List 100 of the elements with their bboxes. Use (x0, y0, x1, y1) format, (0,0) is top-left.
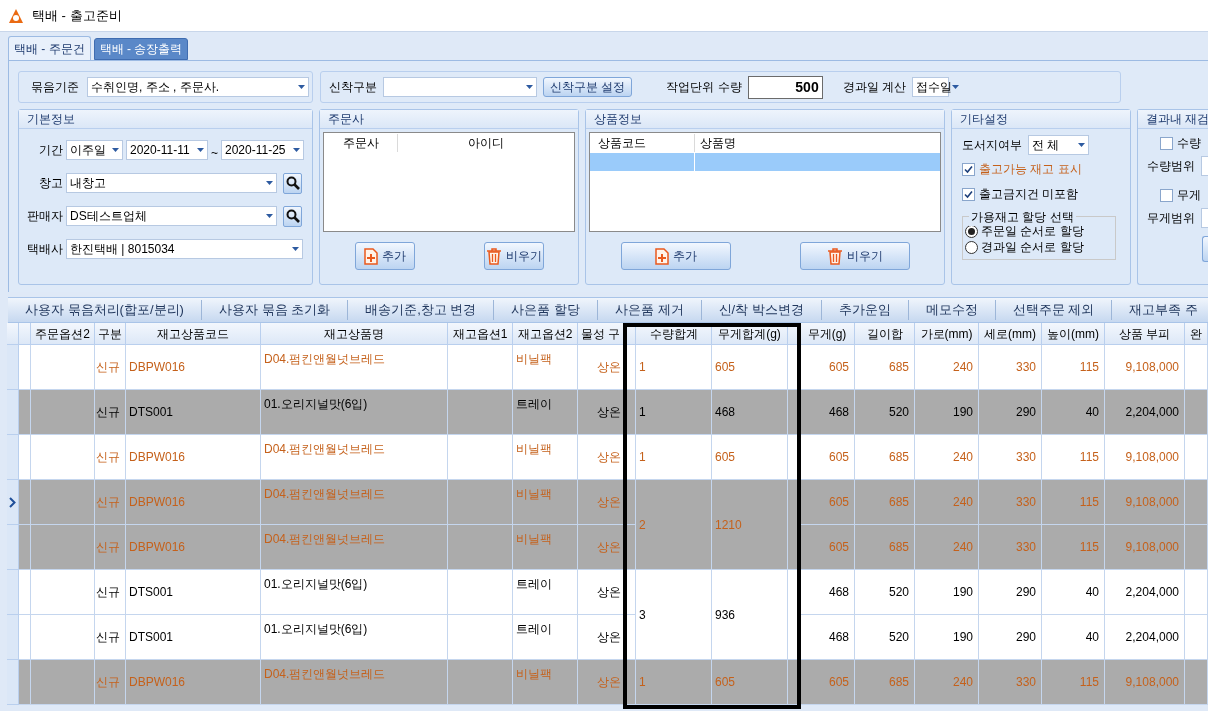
search-icon (285, 176, 300, 190)
caret-icon (266, 181, 273, 185)
caret-icon (112, 148, 119, 152)
group-title: 기타설정 (960, 111, 1008, 128)
add-button[interactable]: 추가 (354, 242, 415, 270)
toolbar-button[interactable]: 사용자 묶음 초기화 (201, 298, 348, 322)
list-row[interactable] (590, 153, 940, 171)
table-cell: 290 (979, 390, 1042, 435)
table-cell: 신규 (95, 525, 126, 570)
checkbox[interactable] (962, 187, 975, 201)
checkbox[interactable] (1160, 188, 1173, 202)
add-document-icon (654, 247, 669, 265)
checkbox[interactable] (962, 162, 975, 176)
table-cell: 트레이 (513, 390, 578, 435)
clear-button[interactable]: 비우기 (799, 242, 910, 270)
table-cell: 115 (1042, 525, 1105, 570)
add-document-icon (363, 247, 378, 265)
toolbar-button[interactable]: 사용자 묶음처리(합포/분리) (8, 298, 201, 322)
dropdown[interactable]: DS테스트업체 (66, 206, 277, 226)
table-cell: 40 (1042, 615, 1105, 660)
table-cell: 3 (636, 570, 712, 660)
dropdown[interactable]: 이주일 (66, 140, 123, 160)
toolbar-button[interactable]: 사은품 할당 (494, 298, 597, 322)
toolbar-button[interactable]: 배송기준,창고 변경 (348, 298, 494, 322)
column-header[interactable]: 완 (1185, 323, 1208, 345)
search-button[interactable] (283, 172, 302, 194)
table-cell: D04.펌킨앤월넛브레드 (261, 480, 448, 525)
dropdown[interactable]: 수취인명, 주소 , 주문사. (87, 77, 309, 97)
column-header[interactable]: 높이(mm) (1042, 323, 1105, 345)
table-cell: 2,204,000 (1105, 615, 1185, 660)
caret-icon (266, 214, 273, 218)
column-header[interactable]: 재고상품코드 (126, 323, 261, 345)
table-cell: 468 (712, 390, 788, 435)
table-cell: DBPW016 (126, 660, 261, 705)
toolbar-button[interactable]: 사은품 제거 (598, 298, 701, 322)
range-field[interactable] (1201, 208, 1208, 228)
range-field[interactable] (1201, 156, 1208, 176)
field-label: 무게범위 (1147, 210, 1195, 227)
column-header: 아이디 (467, 135, 505, 152)
tab[interactable]: 택배 - 송장출력 (93, 38, 189, 60)
column-header[interactable]: 길이합 (855, 323, 915, 345)
column-header[interactable]: 세로(mm) (979, 323, 1042, 345)
settings-button[interactable]: 신착구분 설정 (543, 77, 633, 97)
table-cell: 240 (915, 435, 979, 480)
dropdown[interactable]: 전 체 (1028, 135, 1089, 155)
table-cell: 상온 (578, 525, 636, 570)
table-cell: 2,204,000 (1105, 390, 1185, 435)
table-cell: 1 (636, 660, 712, 705)
column-header[interactable]: 재고옵션1 (448, 323, 513, 345)
table-cell: 신규 (95, 345, 126, 390)
table-cell: 2,204,000 (1105, 570, 1185, 615)
column-header[interactable]: 재고옵션2 (513, 323, 578, 345)
column-header[interactable]: 가로(mm) (915, 323, 979, 345)
table-cell: 비닐팩 (513, 345, 578, 390)
caret-icon (292, 247, 299, 251)
table-cell: 1 (636, 390, 712, 435)
toolbar-button[interactable]: 선택주문 제외 (995, 298, 1112, 322)
field-label: 창고 (38, 175, 63, 192)
table-cell: 520 (855, 390, 915, 435)
table-cell: 상온 (578, 345, 636, 390)
search-button[interactable] (283, 205, 302, 227)
table-cell: D04.펌킨앤월넛브레드 (261, 660, 448, 705)
dropdown[interactable]: 2020-11-25 (221, 140, 304, 160)
table-cell: 605 (800, 435, 855, 480)
column-header[interactable]: 재고상품명 (261, 323, 448, 345)
dropdown[interactable]: 2020-11-11 (126, 140, 208, 160)
radio-button[interactable] (965, 240, 978, 254)
row-header[interactable] (7, 480, 19, 525)
checkbox[interactable] (1160, 136, 1173, 150)
table-cell: 190 (915, 390, 979, 435)
table-cell: 240 (915, 480, 979, 525)
column-header[interactable]: 주문옵션2 (31, 323, 95, 345)
caret-icon (197, 148, 204, 152)
table-cell: 9,108,000 (1105, 435, 1185, 480)
table-cell: 685 (855, 345, 915, 390)
dropdown[interactable]: 한진택배 | 8015034 (66, 239, 303, 259)
trash-icon (826, 247, 843, 265)
dropdown[interactable]: 내창고 (66, 173, 277, 193)
table-cell: 신규 (95, 435, 126, 480)
table-cell: 비닐팩 (513, 525, 578, 570)
column-header[interactable]: 무게(g) (800, 323, 855, 345)
column-header[interactable]: 물성 구 (578, 323, 636, 345)
table-cell: 상온 (578, 570, 636, 615)
add-button[interactable]: 추가 (620, 242, 731, 270)
clear-button[interactable]: 비우기 (483, 242, 544, 270)
app-logo-icon (8, 7, 24, 24)
column-header[interactable]: 구분 (95, 323, 126, 345)
toolbar-button[interactable]: 신/착 박스변경 (701, 298, 821, 322)
toolbar-button[interactable]: 메모수정 (908, 298, 995, 322)
toolbar-button[interactable]: 재고부족 주 (1112, 298, 1208, 322)
table-cell: 1 (636, 435, 712, 480)
tab[interactable]: 택배 - 주문건 (8, 36, 91, 60)
column-header[interactable]: 상품 부피 (1105, 323, 1185, 345)
table-cell: DBPW016 (126, 345, 261, 390)
dropdown[interactable] (383, 77, 537, 97)
table-cell: 605 (800, 345, 855, 390)
table-cell: 01.오리지널맛(6입) (261, 615, 448, 660)
toolbar-button[interactable]: 추가운임 (821, 298, 908, 322)
table-cell: 330 (979, 525, 1042, 570)
quantity-field[interactable]: 500 (747, 75, 823, 99)
